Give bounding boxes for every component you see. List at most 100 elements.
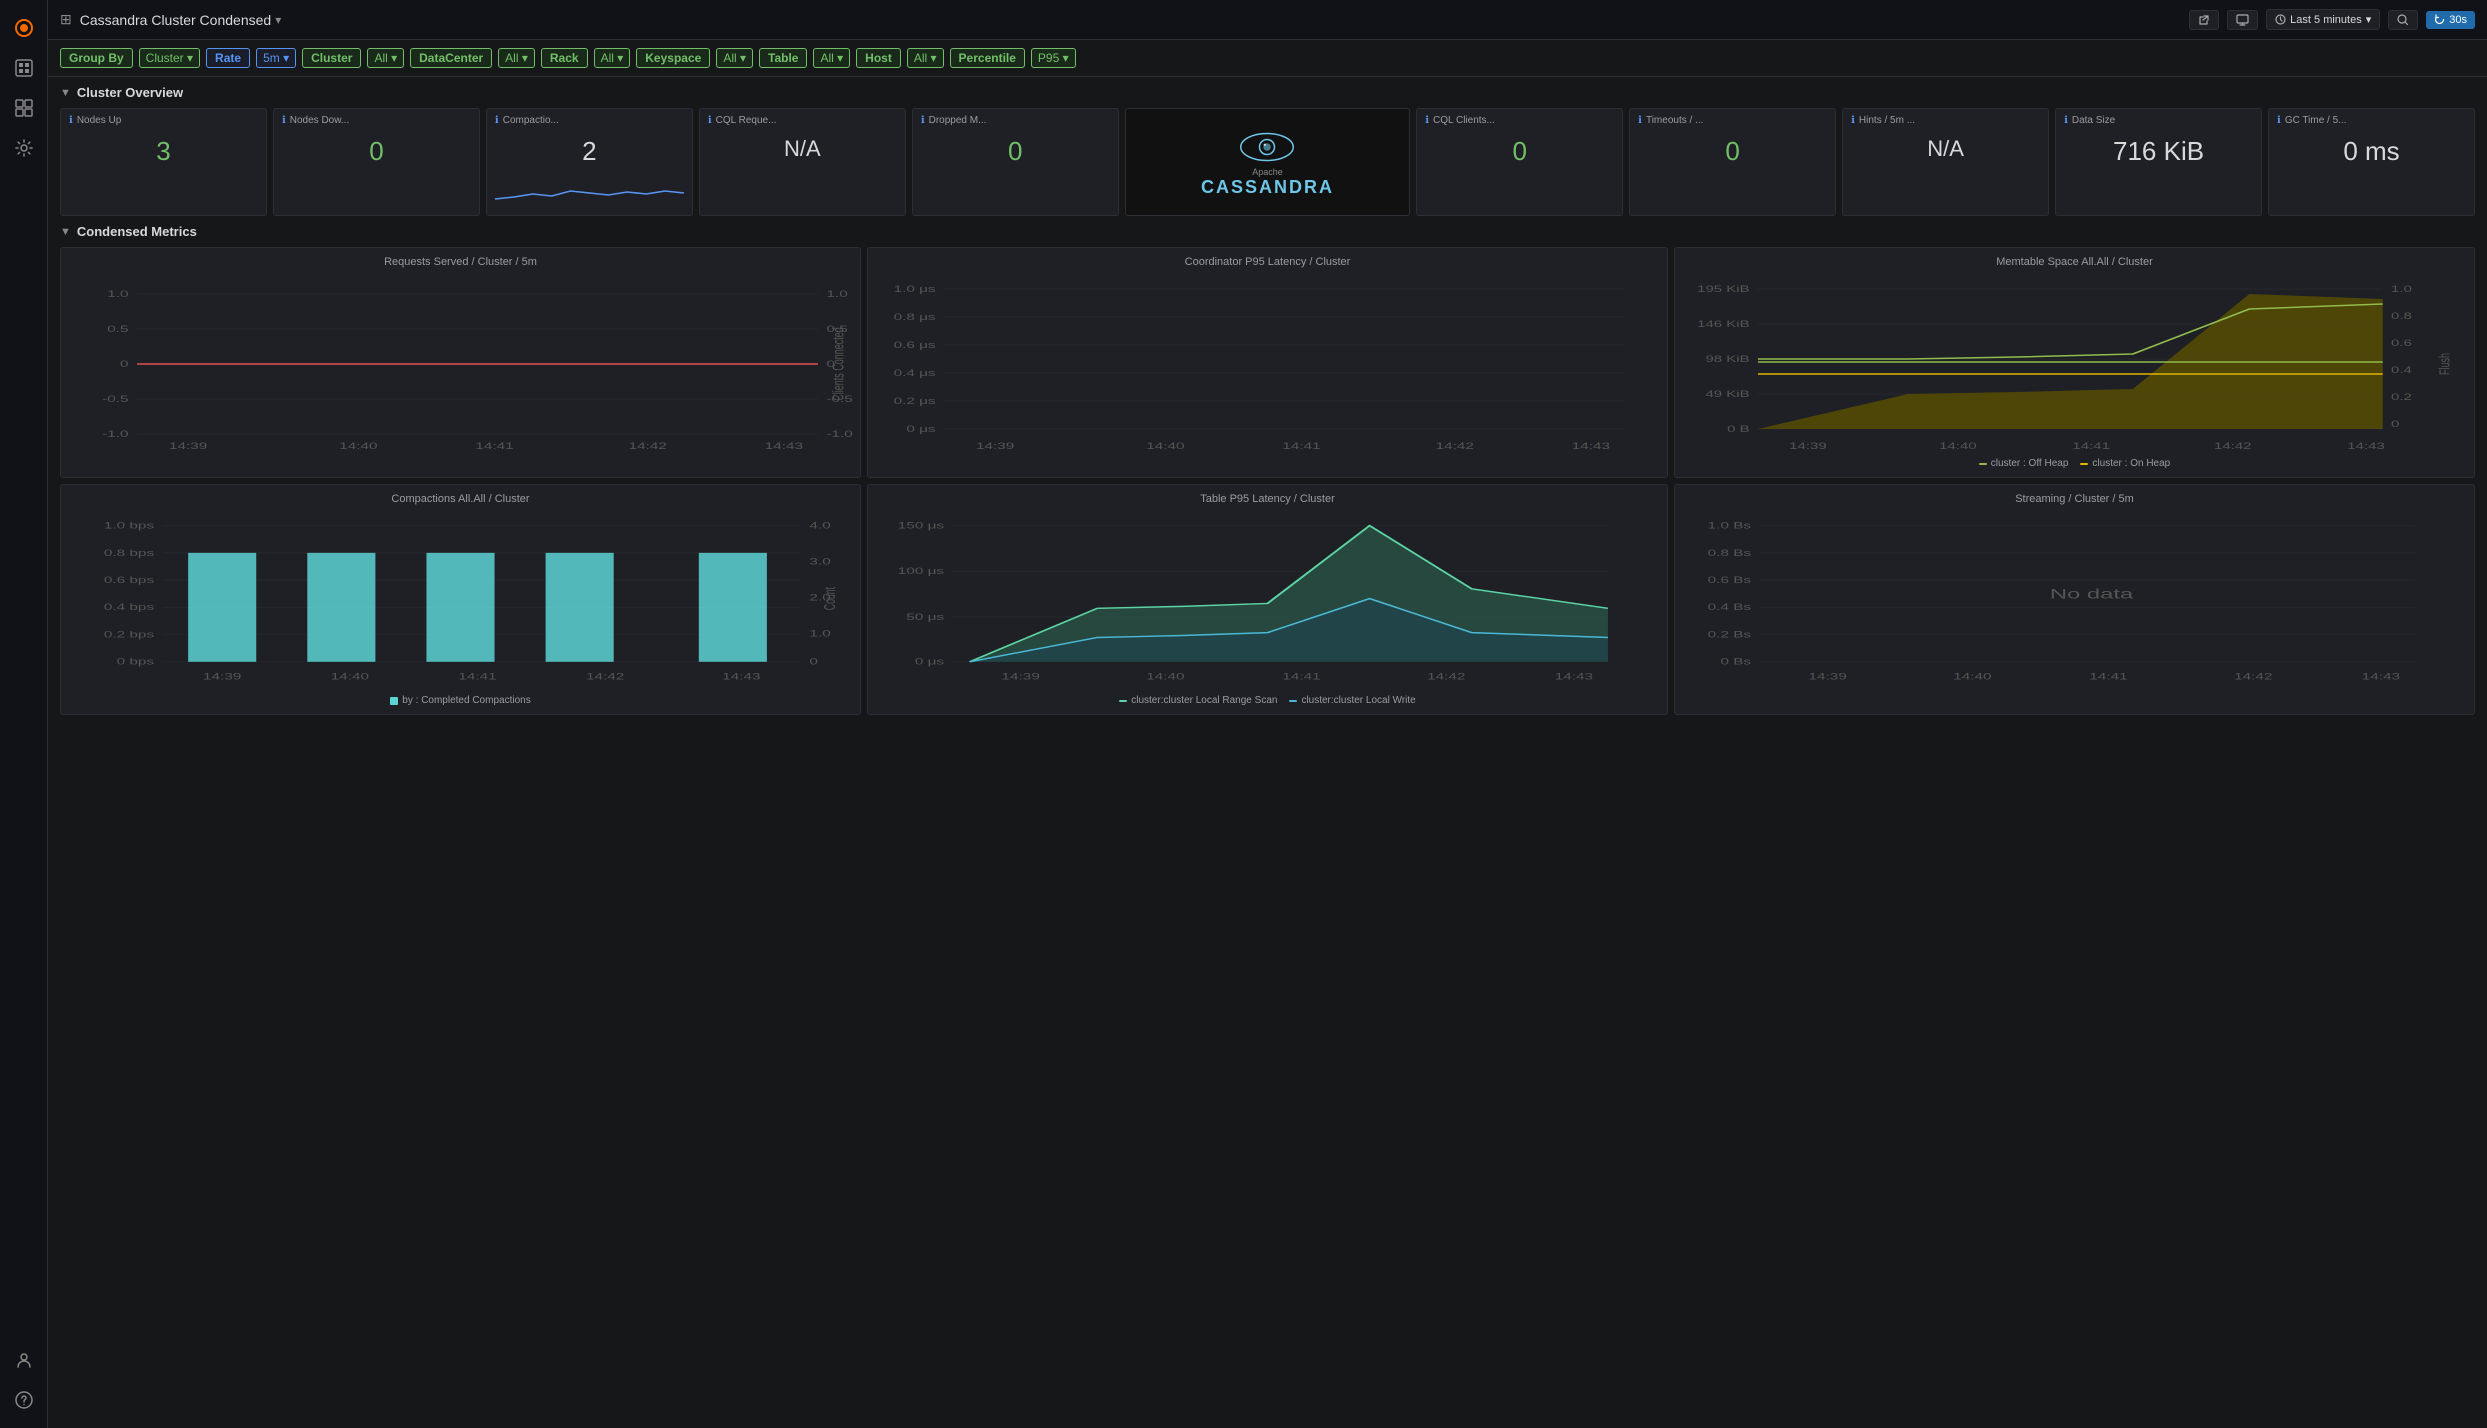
rate-label: Rate xyxy=(206,48,250,68)
nodes-down-value: 0 xyxy=(282,128,471,175)
percentile-dropdown[interactable]: P95 ▾ xyxy=(1031,48,1076,68)
charts-row-1: Requests Served / Cluster / 5m 1.0 0.5 0 xyxy=(60,247,2475,478)
compactions-legend: by : Completed Compactions xyxy=(69,695,852,706)
svg-text:1.0 Bs: 1.0 Bs xyxy=(1708,521,1751,531)
hints-title: ℹ Hints / 5m ... xyxy=(1851,115,2040,126)
sidebar-bottom xyxy=(6,1340,42,1420)
svg-text:0.4 μs: 0.4 μs xyxy=(894,368,936,378)
compactions-chart: 1.0 bps 0.8 bps 0.6 bps 0.4 bps 0.2 bps … xyxy=(69,511,852,691)
rate-dropdown[interactable]: 5m ▾ xyxy=(256,48,296,68)
cql-requests-info-icon[interactable]: ℹ xyxy=(708,115,712,126)
cluster-overview-header[interactable]: ▼ Cluster Overview xyxy=(60,85,2475,100)
page-title: Cassandra Cluster Condensed xyxy=(80,12,271,28)
condensed-metrics-header[interactable]: ▼ Condensed Metrics xyxy=(60,224,2475,239)
timeouts-info-icon[interactable]: ℹ xyxy=(1638,115,1642,126)
svg-text:0.4 bps: 0.4 bps xyxy=(104,603,154,613)
dropped-msgs-info-icon[interactable]: ℹ xyxy=(921,115,925,126)
svg-text:150 μs: 150 μs xyxy=(898,521,944,531)
hints-info-icon[interactable]: ℹ xyxy=(1851,115,1855,126)
svg-text:49 KiB: 49 KiB xyxy=(1705,389,1749,399)
topbar-chevron[interactable]: ▾ xyxy=(275,13,281,27)
cluster-overview-title: Cluster Overview xyxy=(77,85,183,100)
refresh-button[interactable]: 30s xyxy=(2426,11,2475,29)
svg-text:14:41: 14:41 xyxy=(1282,672,1320,682)
hints-card: ℹ Hints / 5m ... N/A xyxy=(1842,108,2049,216)
table-dropdown[interactable]: All ▾ xyxy=(813,48,850,68)
topbar: ⊞ Cassandra Cluster Condensed ▾ Last 5 m… xyxy=(48,0,2487,40)
off-heap-color xyxy=(1979,463,1987,465)
legend-local-write: cluster:cluster Local Write xyxy=(1289,695,1415,706)
nodes-up-value: 3 xyxy=(69,128,258,175)
condensed-collapse-icon: ▼ xyxy=(60,226,71,238)
share-button[interactable] xyxy=(2189,10,2219,30)
cluster-groupby-dropdown[interactable]: Cluster ▾ xyxy=(139,48,200,68)
group-by-label: Group By xyxy=(60,48,133,68)
svg-text:0.6 μs: 0.6 μs xyxy=(894,340,936,350)
local-write-color xyxy=(1289,700,1297,702)
keyspace-label: Keyspace xyxy=(636,48,710,68)
svg-text:0.8 bps: 0.8 bps xyxy=(104,548,154,558)
svg-text:1.0: 1.0 xyxy=(826,289,847,299)
cluster-filter-dropdown[interactable]: All ▾ xyxy=(367,48,404,68)
svg-text:0 μs: 0 μs xyxy=(915,657,944,667)
coordinator-latency-panel: Coordinator P95 Latency / Cluster 1.0 μs… xyxy=(867,247,1668,478)
svg-text:0 bps: 0 bps xyxy=(117,657,154,667)
svg-text:1.0 bps: 1.0 bps xyxy=(104,521,154,531)
compaction-info-icon[interactable]: ℹ xyxy=(495,115,499,126)
svg-text:14:39: 14:39 xyxy=(1002,672,1040,682)
timeouts-card: ℹ Timeouts / ... 0 xyxy=(1629,108,1836,216)
nodes-up-info-icon[interactable]: ℹ xyxy=(69,115,73,126)
svg-text:14:42: 14:42 xyxy=(586,672,624,682)
on-heap-color xyxy=(2080,463,2088,465)
svg-text:14:42: 14:42 xyxy=(1436,441,1474,451)
sidebar-item-search[interactable] xyxy=(6,50,42,86)
tv-button[interactable] xyxy=(2227,10,2258,30)
cassandra-logo-text: CASSANDRA xyxy=(1201,177,1334,198)
requests-served-title: Requests Served / Cluster / 5m xyxy=(69,256,852,268)
sidebar-item-help[interactable] xyxy=(6,1382,42,1418)
streaming-title: Streaming / Cluster / 5m xyxy=(1683,493,2466,505)
search-button[interactable] xyxy=(2388,10,2418,30)
table-latency-legend: cluster:cluster Local Range Scan cluster… xyxy=(876,695,1659,706)
svg-text:0 B: 0 B xyxy=(1727,424,1750,434)
hints-value: N/A xyxy=(1851,128,2040,170)
dc-dropdown[interactable]: All ▾ xyxy=(498,48,535,68)
filter-bar: Group By Cluster ▾ Rate 5m ▾ Cluster All… xyxy=(48,40,2487,77)
cql-requests-card: ℹ CQL Reque... N/A xyxy=(699,108,906,216)
compaction-value: 2 xyxy=(495,128,684,175)
data-size-info-icon[interactable]: ℹ xyxy=(2064,115,2068,126)
gc-time-info-icon[interactable]: ℹ xyxy=(2277,115,2281,126)
host-dropdown[interactable]: All ▾ xyxy=(907,48,944,68)
content-area: ▼ Cluster Overview ℹ Nodes Up 3 ℹ Nodes … xyxy=(48,77,2487,1428)
rack-dropdown[interactable]: All ▾ xyxy=(594,48,631,68)
svg-text:14:40: 14:40 xyxy=(339,441,377,451)
svg-text:0.8: 0.8 xyxy=(2391,311,2412,321)
sidebar-item-settings[interactable] xyxy=(6,130,42,166)
sidebar-item-dashboards[interactable] xyxy=(6,90,42,126)
nodes-down-info-icon[interactable]: ℹ xyxy=(282,115,286,126)
svg-text:0.2: 0.2 xyxy=(2391,392,2412,402)
svg-text:14:43: 14:43 xyxy=(765,441,803,451)
table-label: Table xyxy=(759,48,807,68)
svg-text:Count: Count xyxy=(821,587,838,611)
requests-served-chart: 1.0 0.5 0 -0.5 -1.0 1.0 0.5 0 -0.5 -1.0 xyxy=(69,274,852,454)
table-latency-panel: Table P95 Latency / Cluster 150 μs 100 μ… xyxy=(867,484,1668,715)
sidebar-logo[interactable] xyxy=(6,10,42,46)
sidebar xyxy=(0,0,48,1428)
sidebar-item-user[interactable] xyxy=(6,1342,42,1378)
dropped-msgs-card: ℹ Dropped M... 0 xyxy=(912,108,1119,216)
cql-clients-title: ℹ CQL Clients... xyxy=(1425,115,1614,126)
host-label: Host xyxy=(856,48,901,68)
keyspace-dropdown[interactable]: All ▾ xyxy=(716,48,753,68)
time-range-picker[interactable]: Last 5 minutes ▾ xyxy=(2266,9,2380,30)
cql-clients-info-icon[interactable]: ℹ xyxy=(1425,115,1429,126)
svg-text:14:40: 14:40 xyxy=(1939,441,1977,451)
svg-text:0.6 Bs: 0.6 Bs xyxy=(1708,575,1751,585)
svg-text:14:40: 14:40 xyxy=(1146,672,1184,682)
memtable-space-chart: 195 KiB 146 KiB 98 KiB 49 KiB 0 B 1.0 0.… xyxy=(1683,274,2466,454)
nodes-up-title: ℹ Nodes Up xyxy=(69,115,258,126)
data-size-card: ℹ Data Size 716 KiB xyxy=(2055,108,2262,216)
range-scan-color xyxy=(1119,700,1127,702)
svg-text:14:43: 14:43 xyxy=(1572,441,1610,451)
compactions-panel: Compactions All.All / Cluster 1.0 bps 0.… xyxy=(60,484,861,715)
